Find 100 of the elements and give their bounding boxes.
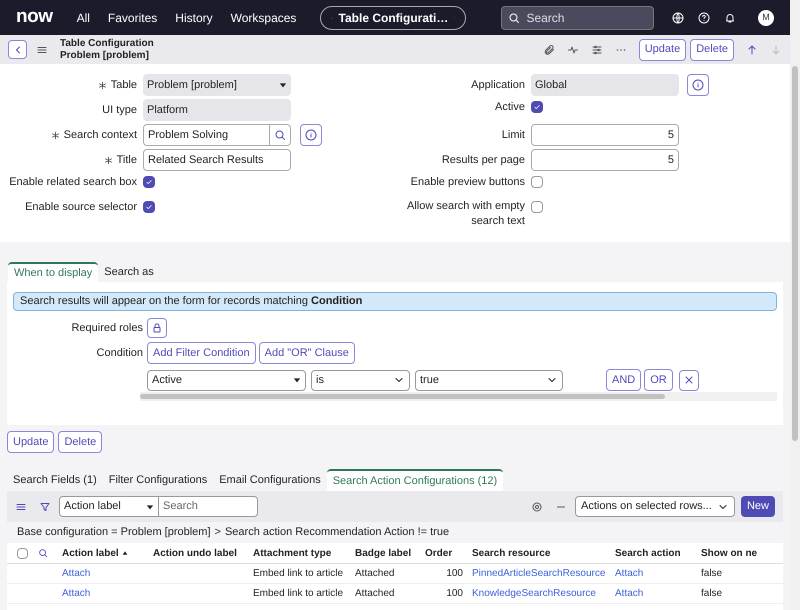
- value-select[interactable]: true: [415, 370, 563, 390]
- field-label: Allow search with empty search text: [407, 199, 525, 229]
- lock-button[interactable]: [147, 318, 167, 338]
- field-label: Enable related search box: [9, 174, 137, 190]
- field-label: Active: [495, 100, 525, 114]
- arrow-up-icon[interactable]: [746, 44, 758, 56]
- checkbox[interactable]: [143, 176, 155, 188]
- and-button[interactable]: AND: [606, 369, 642, 391]
- column-header[interactable]: Search resource: [472, 546, 550, 560]
- checkbox[interactable]: [531, 201, 543, 213]
- table-cell: false: [701, 568, 722, 579]
- section-tab[interactable]: When to display: [8, 262, 98, 282]
- input-field[interactable]: Related Search Results: [143, 149, 291, 171]
- info-button[interactable]: [300, 124, 322, 146]
- breadcrumb-link[interactable]: Search action Recommendation Action != true: [224, 524, 450, 541]
- remove-button[interactable]: [678, 370, 699, 390]
- table-cell: Embed link to article: [253, 588, 344, 599]
- table-link[interactable]: Attach: [615, 588, 644, 599]
- paperclip-icon[interactable]: [542, 44, 555, 56]
- nav-menu-item[interactable]: Workspaces: [230, 8, 296, 26]
- avatar[interactable]: M: [758, 10, 774, 26]
- horizontal-scrollbar[interactable]: [140, 394, 665, 399]
- field-label: UI type: [102, 102, 137, 118]
- lookup-field[interactable]: Problem Solving: [143, 124, 291, 146]
- field-label: Application: [471, 78, 525, 92]
- related-list-tab[interactable]: Filter Configurations: [102, 469, 214, 491]
- delete-button[interactable]: Delete: [58, 431, 102, 453]
- related-list-tab[interactable]: Search Action Configurations (12): [326, 469, 504, 491]
- related-list-tab[interactable]: Search Fields (1): [7, 469, 103, 491]
- lock-icon: [151, 322, 163, 334]
- search-icon: [274, 129, 286, 141]
- checkbox[interactable]: [531, 176, 543, 188]
- search-field[interactable]: Search: [501, 6, 654, 30]
- info-icon: [305, 129, 317, 141]
- new-button[interactable]: New: [740, 496, 775, 517]
- sliders-icon[interactable]: [590, 44, 603, 56]
- breadcrumb-link[interactable]: Base configuration = Problem [problem]: [17, 524, 211, 541]
- column-header[interactable]: Action undo label: [153, 546, 237, 560]
- caret-icon: [146, 502, 154, 510]
- column-header[interactable]: Attachment type: [253, 546, 332, 560]
- activity-icon[interactable]: [566, 44, 579, 56]
- readonly-field: Global: [531, 74, 679, 96]
- add-or-clause-button[interactable]: Add "OR" Clause: [258, 342, 355, 364]
- sort-up-icon: [122, 550, 128, 556]
- select-all-checkbox[interactable]: [17, 548, 28, 558]
- table-link[interactable]: Attach: [62, 568, 90, 579]
- record-title: Table Configuration: [60, 38, 154, 50]
- caret-icon: [279, 81, 287, 89]
- field-label: Enable source selector: [25, 200, 137, 214]
- table-link[interactable]: KnowledgeSearchResource: [472, 588, 596, 599]
- column-header[interactable]: Action label: [62, 546, 119, 560]
- nav-menu-item[interactable]: History: [175, 8, 213, 26]
- nav-menu-item[interactable]: All: [76, 8, 90, 26]
- table-cell: false: [701, 588, 722, 599]
- checkmark-icon: [533, 103, 541, 111]
- settings-icon[interactable]: [530, 500, 543, 512]
- help-icon[interactable]: [698, 12, 710, 24]
- section-tab[interactable]: Search as: [98, 262, 160, 282]
- bell-icon[interactable]: [724, 12, 736, 24]
- field-label: Condition: [96, 346, 143, 361]
- info-button[interactable]: [687, 74, 709, 96]
- add-filter-condition-button[interactable]: Add Filter Condition: [147, 342, 256, 364]
- column-header[interactable]: Badge label: [355, 546, 412, 560]
- input-field[interactable]: 5: [531, 124, 679, 146]
- field-label: Results per page: [442, 152, 525, 168]
- breadcrumb-separator: >: [214, 525, 221, 540]
- info-icon: [692, 79, 704, 91]
- field-select[interactable]: Active: [147, 370, 306, 390]
- table-cell: 100: [446, 588, 463, 599]
- column-header[interactable]: Search action: [615, 546, 681, 560]
- delete-button[interactable]: Delete: [690, 38, 734, 60]
- table-link[interactable]: Attach: [615, 568, 644, 579]
- filter-icon[interactable]: [39, 500, 51, 512]
- asterisk-icon: [98, 80, 107, 90]
- title-pill[interactable]: Table Configurati…: [320, 6, 466, 30]
- table-select[interactable]: Problem [problem]: [143, 74, 291, 96]
- table-link[interactable]: Attach: [62, 588, 90, 599]
- column-header[interactable]: Order: [425, 546, 452, 560]
- column-header[interactable]: Show on ne: [701, 546, 758, 560]
- back-button[interactable]: [8, 40, 27, 59]
- field-label: Title: [116, 152, 137, 168]
- checkbox[interactable]: [143, 201, 155, 213]
- field-label: Enable preview buttons: [410, 174, 525, 190]
- globe-icon[interactable]: [672, 12, 684, 24]
- search-icon[interactable]: [38, 548, 48, 558]
- nav-menu-item[interactable]: Favorites: [108, 8, 158, 26]
- input-field[interactable]: 5: [531, 149, 679, 171]
- actions-select[interactable]: Actions on selected rows...: [574, 496, 735, 517]
- operator-select[interactable]: is: [311, 370, 410, 390]
- update-button[interactable]: Update: [7, 431, 54, 453]
- checkbox[interactable]: [531, 101, 543, 113]
- table-link[interactable]: PinnedArticleSearchResource: [472, 568, 606, 579]
- update-button[interactable]: Update: [638, 38, 686, 60]
- close-icon: [682, 374, 695, 386]
- list-search-field[interactable]: Search: [159, 496, 258, 517]
- field-label: Table: [110, 78, 137, 92]
- or-button[interactable]: OR: [644, 369, 673, 391]
- logo[interactable]: now: [16, 3, 53, 32]
- search-column-select[interactable]: Action label: [59, 496, 159, 517]
- related-list-tab[interactable]: Email Configurations: [213, 469, 327, 491]
